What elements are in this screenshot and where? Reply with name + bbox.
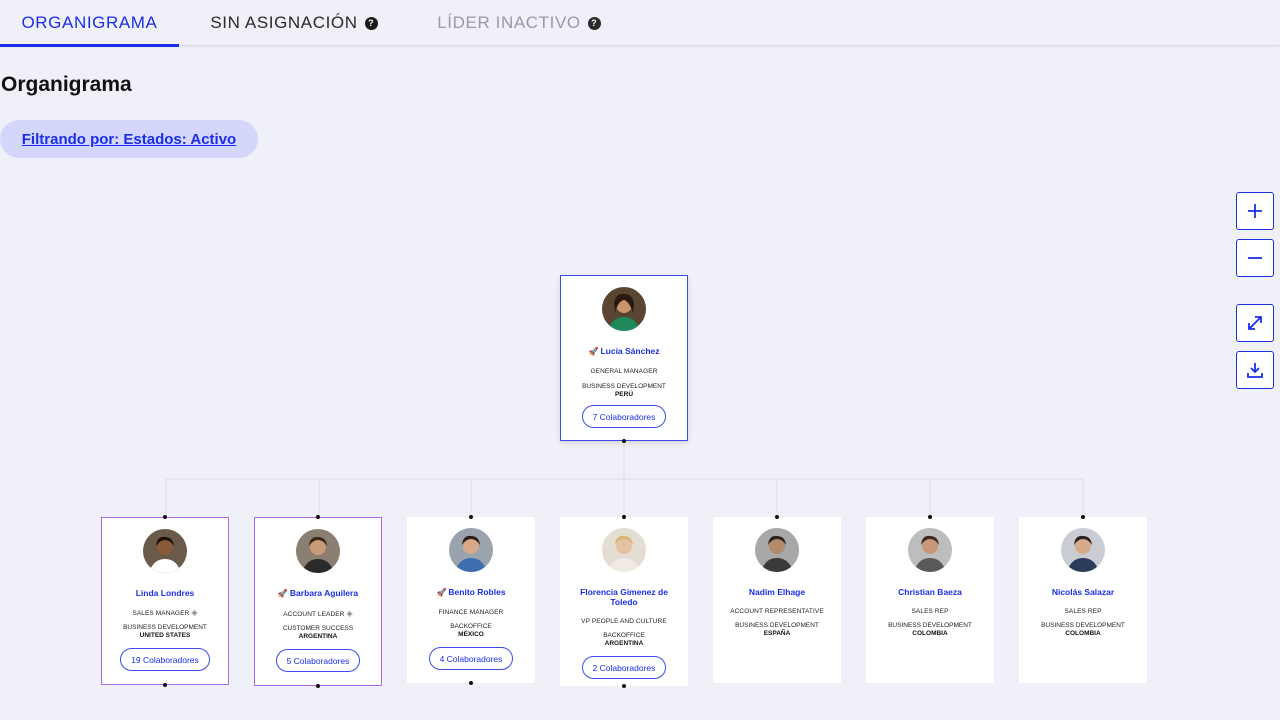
person-country: UNITED STATES <box>139 631 191 639</box>
person-role: SALES REP <box>1064 608 1102 615</box>
person-role: ACCOUNT REPRESENTATIVE <box>730 608 824 615</box>
person-country: ARGENTINA <box>298 632 338 640</box>
person-department: BUSINESS DEVELOPMENT <box>123 624 207 631</box>
person-department: BUSINESS DEVELOPMENT <box>582 383 666 390</box>
avatar <box>296 529 340 573</box>
org-card[interactable]: Nadim Elhage ACCOUNT REPRESENTATIVE BUSINE… <box>713 517 841 683</box>
person-role: GENERAL MANAGER <box>590 368 658 375</box>
connector-dot <box>316 684 320 688</box>
org-card[interactable]: Christian Baeza SALES REP BUSINESS DEVELOP… <box>866 517 994 683</box>
tab-label: SIN ASIGNACIÓN <box>210 13 358 32</box>
tab-organigrama[interactable]: ORGANIGRAMA <box>0 0 179 47</box>
tab-label: ORGANIGRAMA <box>21 13 158 32</box>
person-name[interactable]: Nicolás Salazar <box>1046 587 1120 597</box>
connector-dot <box>775 515 779 519</box>
person-role: SALES REP <box>911 608 949 615</box>
person-role: VP PEOPLE AND CULTURE <box>581 618 667 625</box>
org-card[interactable]: Florencia Gimenez de Toledo VP PEOPLE AND… <box>560 517 688 686</box>
expand-icon <box>1248 316 1262 330</box>
person-name[interactable]: 🚀 Barbara Aguilera <box>272 588 364 599</box>
connector-dot <box>163 515 167 519</box>
diamond-icon: ◈ <box>346 609 353 618</box>
connector-dot <box>316 515 320 519</box>
collaborators-button[interactable]: 19 Colaboradores <box>120 648 210 671</box>
person-name[interactable]: Christian Baeza <box>892 587 968 597</box>
person-country: COLOMBIA <box>912 629 948 637</box>
zoom-out-button[interactable] <box>1236 239 1274 277</box>
zoom-out-icon <box>1248 257 1262 259</box>
person-name[interactable]: Linda Londres <box>130 588 201 598</box>
help-icon[interactable]: ? <box>587 16 601 30</box>
avatar <box>1061 528 1105 572</box>
connector-dot <box>622 684 626 688</box>
tab-label: LÍDER INACTIVO <box>437 13 581 32</box>
person-department: BACKOFFICE <box>450 623 492 630</box>
person-name[interactable]: 🚀 Lucía Sánchez <box>582 346 665 357</box>
org-card[interactable]: 🚀 Benito Robles FINANCE MANAGER BACKOFFICE M… <box>407 517 535 683</box>
person-name[interactable]: 🚀 Benito Robles <box>430 587 511 598</box>
person-department: CUSTOMER SUCCESS <box>282 625 354 632</box>
connector-dot <box>469 515 473 519</box>
collaborators-button[interactable]: 7 Colaboradores <box>581 405 667 428</box>
avatar <box>908 528 952 572</box>
person-country: COLOMBIA <box>1065 629 1101 637</box>
rocket-icon: 🚀 <box>436 588 447 597</box>
person-name[interactable]: Nadim Elhage <box>743 587 811 597</box>
avatar <box>449 528 493 572</box>
connector-dot <box>622 439 626 443</box>
org-card[interactable]: Linda Londres SALES MANAGER ◈ BUSINESS DEVE… <box>101 517 229 685</box>
fit-view-button[interactable] <box>1236 304 1274 342</box>
org-card[interactable]: Nicolás Salazar SALES REP BUSINESS DEVELOP… <box>1019 517 1147 683</box>
person-role: FINANCE MANAGER <box>438 609 504 616</box>
zoom-in-button[interactable] <box>1236 192 1274 230</box>
person-country: ESPAÑA <box>763 629 791 637</box>
diamond-icon: ◈ <box>191 608 198 617</box>
person-department: BUSINESS DEVELOPMENT <box>888 622 972 629</box>
connector-dot <box>928 515 932 519</box>
person-role: ACCOUNT LEADER ◈ <box>283 609 353 618</box>
download-icon <box>1247 363 1263 378</box>
rocket-icon: 🚀 <box>588 347 599 356</box>
avatar <box>143 529 187 573</box>
tab-sin-asignacion[interactable]: SIN ASIGNACIÓN ? <box>200 0 388 46</box>
collaborators-button[interactable]: 2 Colaboradores <box>581 656 667 679</box>
avatar <box>755 528 799 572</box>
filter-chip[interactable]: Filtrando por: Estados: Activo <box>0 120 258 158</box>
person-department: BUSINESS DEVELOPMENT <box>735 622 819 629</box>
org-card[interactable]: 🚀 Barbara Aguilera ACCOUNT LEADER ◈ CUSTOMER… <box>254 517 382 686</box>
person-department: BACKOFFICE <box>603 632 645 639</box>
person-department: BUSINESS DEVELOPMENT <box>1041 622 1125 629</box>
collaborators-button[interactable]: 5 Colaboradores <box>275 649 361 672</box>
connector-dot <box>163 683 167 687</box>
help-icon[interactable]: ? <box>364 16 378 30</box>
connector-dot <box>1081 515 1085 519</box>
org-card-root[interactable]: 🚀 Lucía Sánchez GENERAL MANAGER BUSINESS … <box>560 275 688 441</box>
download-button[interactable] <box>1236 351 1274 389</box>
person-name[interactable]: Florencia Gimenez de Toledo <box>560 587 688 607</box>
tab-lider-inactivo[interactable]: LÍDER INACTIVO ? <box>430 0 608 46</box>
connector-dot <box>469 681 473 685</box>
zoom-in-icon <box>1248 204 1262 218</box>
person-country: ARGENTINA <box>604 639 644 647</box>
person-role: SALES MANAGER ◈ <box>132 608 198 617</box>
page-title: Organigrama <box>1 73 132 96</box>
rocket-icon: 🚀 <box>277 589 288 598</box>
avatar <box>602 287 646 331</box>
person-country: PERÚ <box>614 390 634 398</box>
avatar <box>602 528 646 572</box>
connector-dot <box>622 515 626 519</box>
collaborators-button[interactable]: 4 Colaboradores <box>428 647 514 670</box>
person-country: MÉXICO <box>458 630 484 638</box>
tab-bar: ORGANIGRAMA SIN ASIGNACIÓN ? LÍDER INACT… <box>0 0 1280 47</box>
